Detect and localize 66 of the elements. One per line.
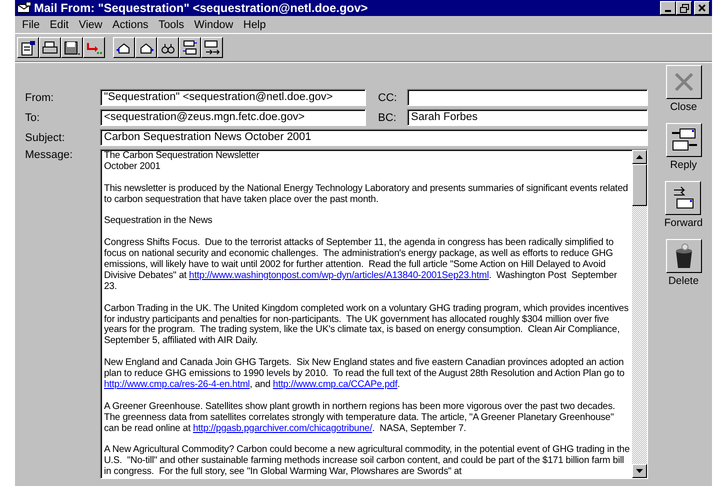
close-icon (698, 4, 706, 12)
menu-item[interactable]: File (17, 18, 45, 30)
close-button[interactable] (694, 1, 710, 15)
forward-list-icon (204, 40, 220, 56)
menu-item[interactable]: Window (189, 18, 238, 30)
message-paragraph: A New Agricultural Commodity? Carbon could become a new agricultural commodity, in the potential event of GHG trading in the U.S. "No-till" and other sustainable farming methods increase soil carbon content, and could be part of the $171 billion farm bill in congress. For the full story, see "In Global Warming War, Plowshares are Swords" at (104, 445, 630, 478)
close-button[interactable] (666, 65, 702, 99)
field-label: Subject: (24, 132, 66, 144)
menu-item[interactable]: Help (238, 18, 271, 30)
field-label: Message: (24, 149, 74, 161)
from-field[interactable]: "Sequestration" <sequestration@netl.doe.gov> (100, 89, 366, 106)
scroll-down-icon (636, 469, 643, 473)
to-field[interactable]: <sequestration@zeus.mgn.fetc.doe.gov> (100, 109, 366, 126)
link[interactable]: http://www.cmp.ca/CCAPe.pdf (272, 378, 398, 390)
delete-button[interactable] (666, 239, 702, 273)
menu-item[interactable]: Tools (153, 18, 190, 30)
reply-all-toolbar-button[interactable] (179, 37, 201, 58)
message-paragraph: This newsletter is produced by the National Energy Technology Laboratory and presents summaries of significant events related to carbon sequestration that have taken place over the past month. (104, 184, 629, 206)
field-label: To: (24, 112, 41, 124)
properties-icon (20, 40, 36, 56)
field-label: BC: (377, 112, 398, 124)
button-label: Reply (670, 159, 697, 171)
link[interactable]: http://pgasb.pgarchiver.com/chicagotribune/ (192, 422, 372, 434)
print-toolbar-button[interactable] (39, 37, 61, 58)
scrollbar[interactable] (632, 150, 647, 478)
scroll-up-icon (636, 155, 643, 159)
next-toolbar-button[interactable] (135, 37, 157, 58)
scroll-thumb[interactable] (632, 164, 647, 206)
envelope-icon (17, 2, 31, 14)
message-paragraph: New England and Canada Join GHG Targets. Six New England states and five eastern Canadian provinces adopted an action plan to reduce GHG emissions to 1990 levels by 2010. To read the full text of the August 28th Resolution and Action Plan go to http://www.cmp.ca/res-26-4-en.html, and http://www.cmp.ca/CCAPe.pdf. (104, 358, 626, 391)
message-paragraph: Congress Shifts Focus. Due to the terrorist attacks of September 11, the agenda in congress has been radically simplified to focus on national security and economic challenges. The administration's energy package, as well as efforts to reduce GHG emissions, will likely have to wait until 2002 for further attention. Read the full article "Some Action on Hill Delayed to Avoid Divisive Debates" at http://www.washingtonpost.com/wp-dyn/articles/A13840-2001Sep23.html. Washington Post September 23. (104, 238, 618, 293)
previous-toolbar-button[interactable] (113, 37, 135, 58)
menu-item[interactable]: View (74, 18, 108, 30)
properties-toolbar-button[interactable] (17, 37, 39, 58)
message-paragraph: The Carbon Sequestration Newsletter October 2001 (104, 151, 260, 173)
minimize-button[interactable] (660, 1, 676, 15)
print-icon (42, 40, 58, 56)
reply-all-icon (182, 40, 198, 56)
menu-item[interactable]: Actions (107, 18, 154, 30)
button-label: Forward (664, 217, 703, 229)
bc-field[interactable]: Sarah Forbes (407, 109, 648, 126)
menu-item[interactable]: Edit (44, 18, 74, 30)
link[interactable]: http://www.cmp.ca/res-26-4-en.html (104, 378, 250, 390)
save-toolbar-button[interactable] (61, 37, 83, 58)
message-body[interactable] (100, 149, 648, 479)
reply-button[interactable] (666, 123, 702, 157)
link[interactable]: http://www.washingtonpost.com/wp-dyn/articles/A13840-2001Sep23.html (189, 270, 489, 281)
message-paragraph: Carbon Trading in the UK. The United Kingdom completed work on a voluntary GHG trading program, which provides incentives for industry participants and penalties for non-participants. The UK government has allocated roughly $304 million over five years for the program. The trading system, like the UK's climate tax, is based on energy consumption. Clean Air Compliance, September 5, affiliated with AIR Daily. (104, 304, 630, 348)
message-paragraph: A Greener Greenhouse. Satellites show plant growth in northern regions has been more vigorous over the past two decades. The greenness data from satellites correlates strongly with temperature data. The article, "A Greener Planetary Greenhouse" can be read online at http://pgasb.pgarchiver.com/chicagotribune/. NASA, September 7. (104, 402, 616, 434)
message-paragraph: Sequestration in the News (104, 216, 214, 228)
find-toolbar-button[interactable] (157, 37, 179, 58)
forward-list-toolbar-button[interactable] (201, 37, 223, 58)
scroll-down-button[interactable] (632, 464, 647, 478)
field-label: From: (24, 92, 55, 104)
scroll-up-button[interactable] (632, 150, 647, 164)
button-label: Delete (668, 275, 699, 287)
forward-button[interactable] (665, 181, 702, 215)
field-label: CC: (377, 92, 398, 104)
window-title: Mail From: "Sequestration" <sequestration@netl.doe.gov> (34, 1, 369, 15)
restore-button[interactable] (676, 1, 692, 15)
subject-field[interactable]: Carbon Sequestration News October 2001 (100, 129, 648, 146)
cc-field[interactable] (407, 89, 648, 106)
restore-icon (680, 4, 688, 12)
move-toolbar-button[interactable] (83, 37, 105, 58)
save-icon (64, 40, 80, 56)
button-label: Close (670, 101, 697, 113)
